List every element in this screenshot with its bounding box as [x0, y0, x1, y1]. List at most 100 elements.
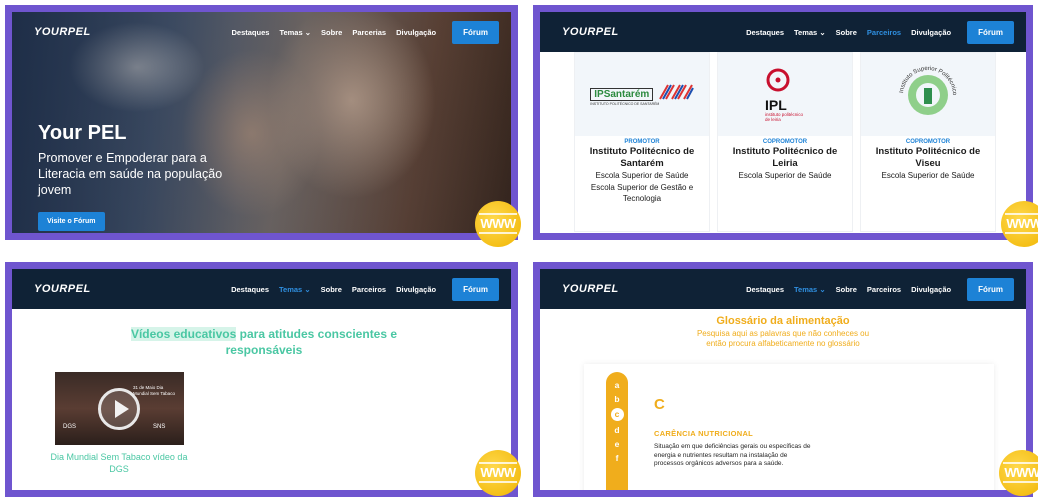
screenshot-glossary: YOURPEL Destaques Temas ⌄ Sobre Parceiro… [533, 262, 1038, 497]
nav-item-temas-label: Temas [794, 284, 818, 294]
partners-page: YOURPEL Destaques Temas ⌄ Sobre Parceiro… [540, 12, 1026, 233]
home-page: YOURPEL Destaques Temas ⌄ Sobre Parceria… [12, 12, 511, 233]
nav-item-sobre[interactable]: Sobre [836, 285, 857, 294]
partner-card-leiria[interactable]: IPL instituto politécnico de leiria COPR… [717, 52, 853, 232]
nav-item-divulgacao[interactable]: Divulgação [911, 285, 951, 294]
nav-item-parceiros[interactable]: Parceiros [867, 28, 901, 37]
partner-name: Instituto Politécnico de Leiria [732, 146, 838, 169]
nav-item-sobre[interactable]: Sobre [836, 28, 857, 37]
nav-item-sobre[interactable]: Sobre [321, 285, 342, 294]
hero-subtitle: Promover e Empoderar para a Literacia em… [38, 151, 223, 197]
video-thumb-text: 31 de Maio Dia Mundial Sem Tabaco [133, 385, 175, 396]
www-globe-icon: WWW [475, 201, 521, 247]
www-globe-icon: WWW [1001, 201, 1038, 247]
circle-logo-icon [766, 68, 790, 92]
ipsantarem-logo: IPSantarém INSTITUTO POLITÉCNICO DE SANT… [590, 84, 694, 106]
nav-item-divulgacao[interactable]: Divulgação [396, 28, 436, 37]
nav-item-temas[interactable]: Temas ⌄ [794, 285, 826, 294]
glossary-card: a b c d e f C CARÊNCIA NUTRICIONAL Situa… [584, 364, 994, 490]
letter-a[interactable]: a [615, 380, 620, 390]
partner-school: Escola Superior de Saúde [738, 171, 832, 180]
nav-menu: Destaques Temas ⌄ Sobre Parceiros Divulg… [231, 277, 499, 301]
nav-item-destaques[interactable]: Destaques [746, 285, 784, 294]
chevron-down-icon: ⌄ [304, 27, 312, 37]
letter-e[interactable]: e [615, 439, 620, 449]
nav-menu: Destaques Temas ⌄ Sobre Parceiros Divulg… [746, 20, 1014, 44]
viseu-logo-icon: Instituto Superior Politécnico de Viseu [893, 60, 957, 115]
partner-role: PROMOTOR [624, 139, 660, 145]
globe-line [479, 232, 517, 234]
logo-caption: instituto politécnico de leiria [765, 112, 804, 122]
partner-name: Instituto Politécnico de Santarém [589, 146, 695, 169]
videos-title: Vídeos educativos para atitudes conscien… [114, 326, 414, 358]
nav-item-parceiros[interactable]: Parceiros [867, 285, 901, 294]
nav-item-destaques[interactable]: Destaques [232, 28, 270, 37]
glossary-definition: Situação em que deficiências gerais ou e… [654, 443, 811, 467]
video-caption[interactable]: Dia Mundial Sem Tabaco vídeo da DGS [42, 451, 196, 475]
globe-line [479, 213, 517, 215]
logo-text: IPSantarém [590, 87, 654, 101]
nav-item-parceiros[interactable]: Parceiros [352, 285, 386, 294]
partner-role: COPROMOTOR [762, 139, 808, 145]
nav-item-divulgacao[interactable]: Divulgação [396, 285, 436, 294]
stripes-icon [658, 84, 694, 100]
logo[interactable]: YOURPEL [34, 26, 91, 38]
globe-line [1005, 213, 1038, 215]
partner-logo: Instituto Superior Politécnico de Viseu [861, 53, 995, 136]
hero-title: Your PEL [38, 122, 127, 144]
partner-logo: IPL instituto politécnico de leiria [718, 53, 852, 136]
nav-item-temas-label: Temas [279, 284, 303, 294]
nav-item-temas[interactable]: Temas ⌄ [279, 28, 311, 37]
nav-item-sobre[interactable]: Sobre [321, 28, 342, 37]
www-globe-icon: WWW [475, 450, 521, 496]
ipl-logo: IPL instituto politécnico de leiria [765, 67, 805, 122]
nav-item-destaques[interactable]: Destaques [746, 28, 784, 37]
nav-item-temas[interactable]: Temas ⌄ [279, 285, 311, 294]
globe-line [1003, 481, 1038, 483]
nav-item-temas[interactable]: Temas ⌄ [794, 28, 826, 37]
globe-label: WWW [1004, 465, 1038, 480]
globe-label: WWW [480, 216, 516, 231]
logo[interactable]: YOURPEL [34, 283, 91, 295]
chevron-down-icon: ⌄ [819, 284, 826, 294]
nav-menu: Destaques Temas ⌄ Sobre Parceiros Divulg… [746, 277, 1014, 301]
letter-c-selected[interactable]: c [610, 408, 624, 421]
logo-caption: INSTITUTO POLITÉCNICO DE SANTARÉM [590, 101, 660, 106]
sns-logo: SNS [153, 424, 166, 430]
letter-f[interactable]: f [616, 453, 619, 463]
glossary-page: YOURPEL Destaques Temas ⌄ Sobre Parceiro… [540, 269, 1026, 490]
partner-name: Instituto Politécnico de Viseu [875, 146, 981, 169]
nav-item-divulgacao[interactable]: Divulgação [911, 28, 951, 37]
play-icon[interactable] [98, 388, 140, 430]
globe-line [1003, 462, 1038, 464]
partner-card-santarem[interactable]: IPSantarém INSTITUTO POLITÉCNICO DE SANT… [574, 52, 710, 232]
forum-button[interactable]: Fórum [967, 277, 1014, 301]
top-nav: YOURPEL Destaques Temas ⌄ Sobre Parceria… [12, 12, 511, 52]
nav-item-temas-label: Temas [794, 27, 818, 37]
logo[interactable]: YOURPEL [562, 26, 619, 38]
visit-forum-button[interactable]: Visite o Fórum [38, 212, 105, 231]
video-thumbnail[interactable]: 31 de Maio Dia Mundial Sem Tabaco DGS SN… [55, 372, 184, 445]
logo[interactable]: YOURPEL [562, 283, 619, 295]
glossary-title: Glossário da alimentação [716, 315, 850, 327]
partner-role: COPROMOTOR [905, 139, 951, 145]
nav-item-destaques[interactable]: Destaques [231, 285, 269, 294]
partner-school: Escola Superior de Saúde [595, 171, 689, 180]
nav-item-parcerias[interactable]: Parcerias [352, 28, 386, 37]
letter-d[interactable]: d [614, 425, 619, 435]
play-triangle [115, 400, 129, 418]
globe-line [479, 481, 517, 483]
forum-button[interactable]: Fórum [452, 277, 499, 301]
screenshot-videos: YOURPEL Destaques Temas ⌄ Sobre Parceiro… [5, 262, 521, 497]
alphabet-index: a b c d e f [606, 372, 628, 490]
letter-heading: C [654, 396, 665, 413]
forum-button[interactable]: Fórum [967, 20, 1014, 44]
letter-b[interactable]: b [614, 394, 619, 404]
nav-item-temas-label: Temas [279, 27, 303, 37]
forum-button[interactable]: Fórum [452, 20, 499, 44]
top-nav: YOURPEL Destaques Temas ⌄ Sobre Parceiro… [540, 12, 1026, 52]
partner-card-viseu[interactable]: Instituto Superior Politécnico de Viseu … [860, 52, 996, 232]
globe-label: WWW [1006, 216, 1038, 231]
videos-title-highlight: Vídeos educativos [130, 327, 237, 341]
globe-label: WWW [480, 465, 516, 480]
